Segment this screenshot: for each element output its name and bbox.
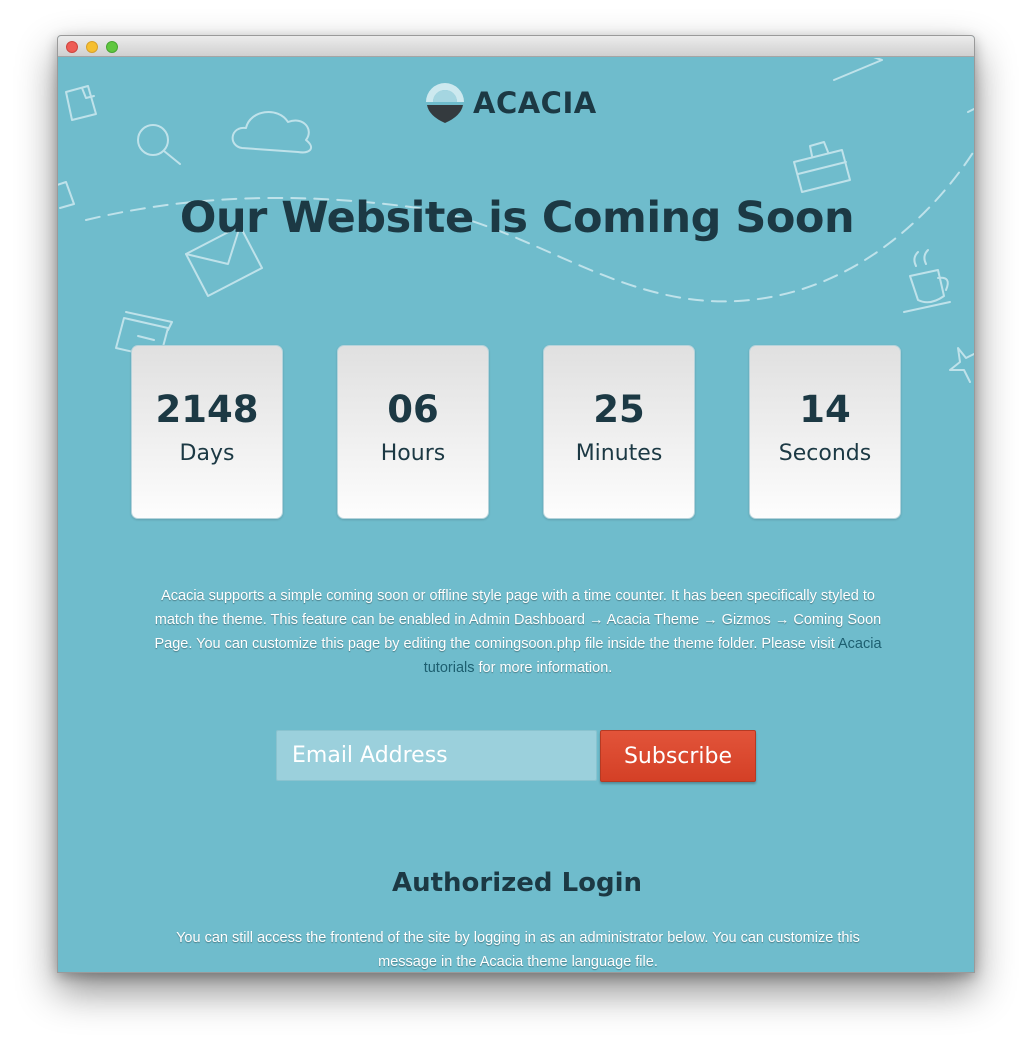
countdown-days-value: 2148	[155, 388, 259, 431]
authorized-login-description: You can still access the frontend of the…	[176, 930, 860, 970]
search-icon	[137, 124, 181, 165]
cloud-icon	[231, 110, 313, 154]
brand-name: ACACIA	[473, 86, 597, 120]
countdown-hours: 06 Hours	[337, 345, 489, 519]
countdown-hours-label: Hours	[380, 441, 446, 466]
countdown-seconds: 14 Seconds	[749, 345, 901, 519]
countdown-minutes: 25 Minutes	[543, 345, 695, 519]
browser-window: ACACIA Our Website is Coming Soon 2148 D…	[57, 35, 975, 973]
countdown-hours-value: 06	[387, 388, 439, 431]
countdown-minutes-label: Minutes	[575, 441, 663, 466]
star-icon	[949, 347, 974, 383]
countdown-days: 2148 Days	[131, 345, 283, 519]
authorized-login-heading: Authorized Login	[391, 868, 643, 898]
countdown-seconds-label: Seconds	[778, 441, 872, 466]
subscribe-button[interactable]: Subscribe	[600, 730, 756, 782]
email-input[interactable]	[276, 730, 597, 781]
edge-mark-decoration	[967, 107, 974, 113]
countdown-timer: 2148 Days 06 Hours 25 Minutes 14 Seconds	[131, 345, 901, 519]
description-text: Acacia supports a simple coming soon or …	[154, 588, 882, 652]
brand-logo[interactable]: ACACIA	[423, 76, 596, 128]
countdown-seconds-value: 14	[799, 388, 851, 431]
coffee-cup-icon	[903, 249, 951, 313]
description-text-end: for more information.	[474, 660, 613, 676]
countdown-days-label: Days	[179, 441, 235, 466]
coming-soon-page: ACACIA Our Website is Coming Soon 2148 D…	[58, 58, 974, 972]
umbrella-logo-icon	[426, 83, 464, 123]
paper-plane-icon	[833, 58, 883, 81]
coming-soon-description: Acacia supports a simple coming soon or …	[153, 584, 883, 680]
countdown-minutes-value: 25	[593, 388, 645, 431]
minimize-window-button[interactable]	[86, 41, 98, 53]
window-titlebar	[58, 36, 974, 57]
zoom-window-button[interactable]	[106, 41, 118, 53]
page-title: Our Website is Coming Soon	[179, 193, 855, 243]
close-window-button[interactable]	[66, 41, 78, 53]
briefcase-icon	[793, 141, 851, 193]
file-icon	[65, 85, 97, 121]
